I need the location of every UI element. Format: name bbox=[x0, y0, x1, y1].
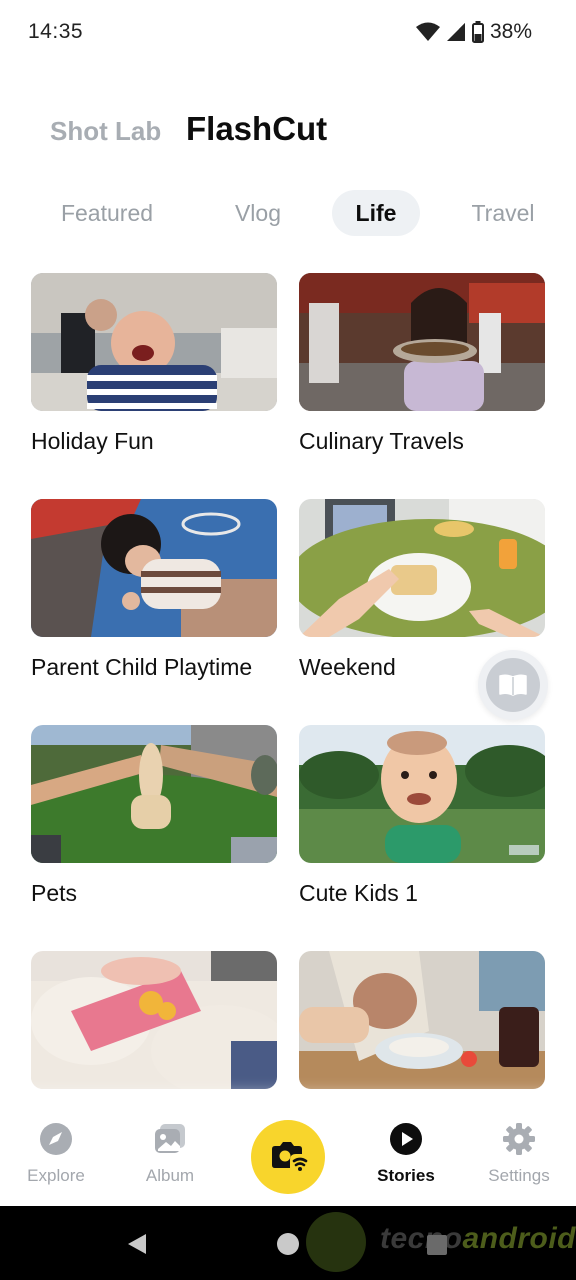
nav-label: Album bbox=[145, 1166, 195, 1185]
nav-settings[interactable]: Settings bbox=[469, 1122, 569, 1186]
card-thumbnail bbox=[299, 725, 545, 863]
watermark-logo bbox=[306, 1212, 366, 1272]
tab-travel[interactable]: Travel bbox=[460, 190, 546, 236]
nav-label: Settings bbox=[488, 1166, 550, 1185]
nav-explore[interactable]: Explore bbox=[6, 1122, 106, 1186]
template-card-holiday-fun[interactable]: Holiday Fun bbox=[31, 273, 277, 455]
card-thumbnail bbox=[299, 273, 545, 411]
card-thumbnail bbox=[31, 951, 277, 1089]
card-thumbnail bbox=[31, 725, 277, 863]
back-icon[interactable] bbox=[126, 1232, 148, 1256]
compass-icon bbox=[40, 1123, 72, 1155]
book-icon bbox=[499, 674, 527, 696]
status-time: 14:35 bbox=[28, 20, 84, 43]
app-header: Shot Lab FlashCut bbox=[0, 110, 576, 160]
card-title: Parent Child Playtime bbox=[31, 654, 253, 680]
nav-label: Explore bbox=[27, 1166, 85, 1185]
template-card-culinary-travels[interactable]: Culinary Travels bbox=[299, 273, 545, 455]
header-tab-shot-lab[interactable]: Shot Lab bbox=[50, 116, 161, 147]
play-circle-icon bbox=[390, 1123, 422, 1155]
nav-album[interactable]: Album bbox=[120, 1122, 220, 1186]
status-bar: 14:35 38% bbox=[0, 0, 576, 64]
wifi-icon bbox=[415, 22, 440, 41]
card-title: Holiday Fun bbox=[31, 428, 154, 454]
nav-stories[interactable]: Stories bbox=[356, 1122, 456, 1186]
tab-life[interactable]: Life bbox=[332, 190, 420, 236]
card-thumbnail bbox=[31, 499, 277, 637]
album-icon bbox=[155, 1124, 185, 1153]
template-card-7[interactable] bbox=[31, 951, 277, 1106]
gear-icon bbox=[503, 1123, 535, 1155]
template-card-pets[interactable]: Pets bbox=[31, 725, 277, 907]
card-title: Culinary Travels bbox=[299, 428, 464, 454]
header-tab-flashcut[interactable]: FlashCut bbox=[186, 110, 327, 148]
battery-icon bbox=[471, 21, 484, 43]
bottom-navigation: Explore Album Stories Settings bbox=[0, 1104, 576, 1206]
guide-book-button[interactable] bbox=[478, 650, 548, 720]
watermark-part2: android bbox=[462, 1222, 576, 1255]
tab-vlog[interactable]: Vlog bbox=[212, 190, 304, 236]
cellular-signal-icon bbox=[446, 23, 465, 41]
template-card-8[interactable] bbox=[299, 951, 545, 1106]
tab-featured[interactable]: Featured bbox=[48, 190, 166, 236]
watermark-part1: tecno bbox=[380, 1222, 463, 1255]
template-card-parent-child-playtime[interactable]: Parent Child Playtime bbox=[31, 499, 277, 681]
card-title: Cute Kids 1 bbox=[299, 880, 418, 906]
card-thumbnail bbox=[299, 499, 545, 637]
nav-label: Stories bbox=[377, 1166, 435, 1185]
watermark-text: tecnoandroid bbox=[380, 1222, 576, 1256]
template-card-cute-kids-1[interactable]: Cute Kids 1 bbox=[299, 725, 545, 907]
android-navigation-bar: tecnoandroid bbox=[0, 1206, 576, 1280]
recents-icon[interactable] bbox=[426, 1234, 448, 1256]
battery-percent: 38% bbox=[489, 20, 532, 43]
card-thumbnail bbox=[31, 273, 277, 411]
nav-camera-button[interactable] bbox=[251, 1120, 325, 1194]
card-thumbnail bbox=[299, 951, 545, 1089]
status-icons: 38% bbox=[415, 20, 532, 44]
home-icon[interactable] bbox=[276, 1232, 300, 1256]
card-title: Pets bbox=[31, 880, 78, 906]
category-tabs: Featured Vlog Life Travel bbox=[0, 190, 576, 236]
camera-wifi-icon bbox=[272, 1142, 308, 1171]
